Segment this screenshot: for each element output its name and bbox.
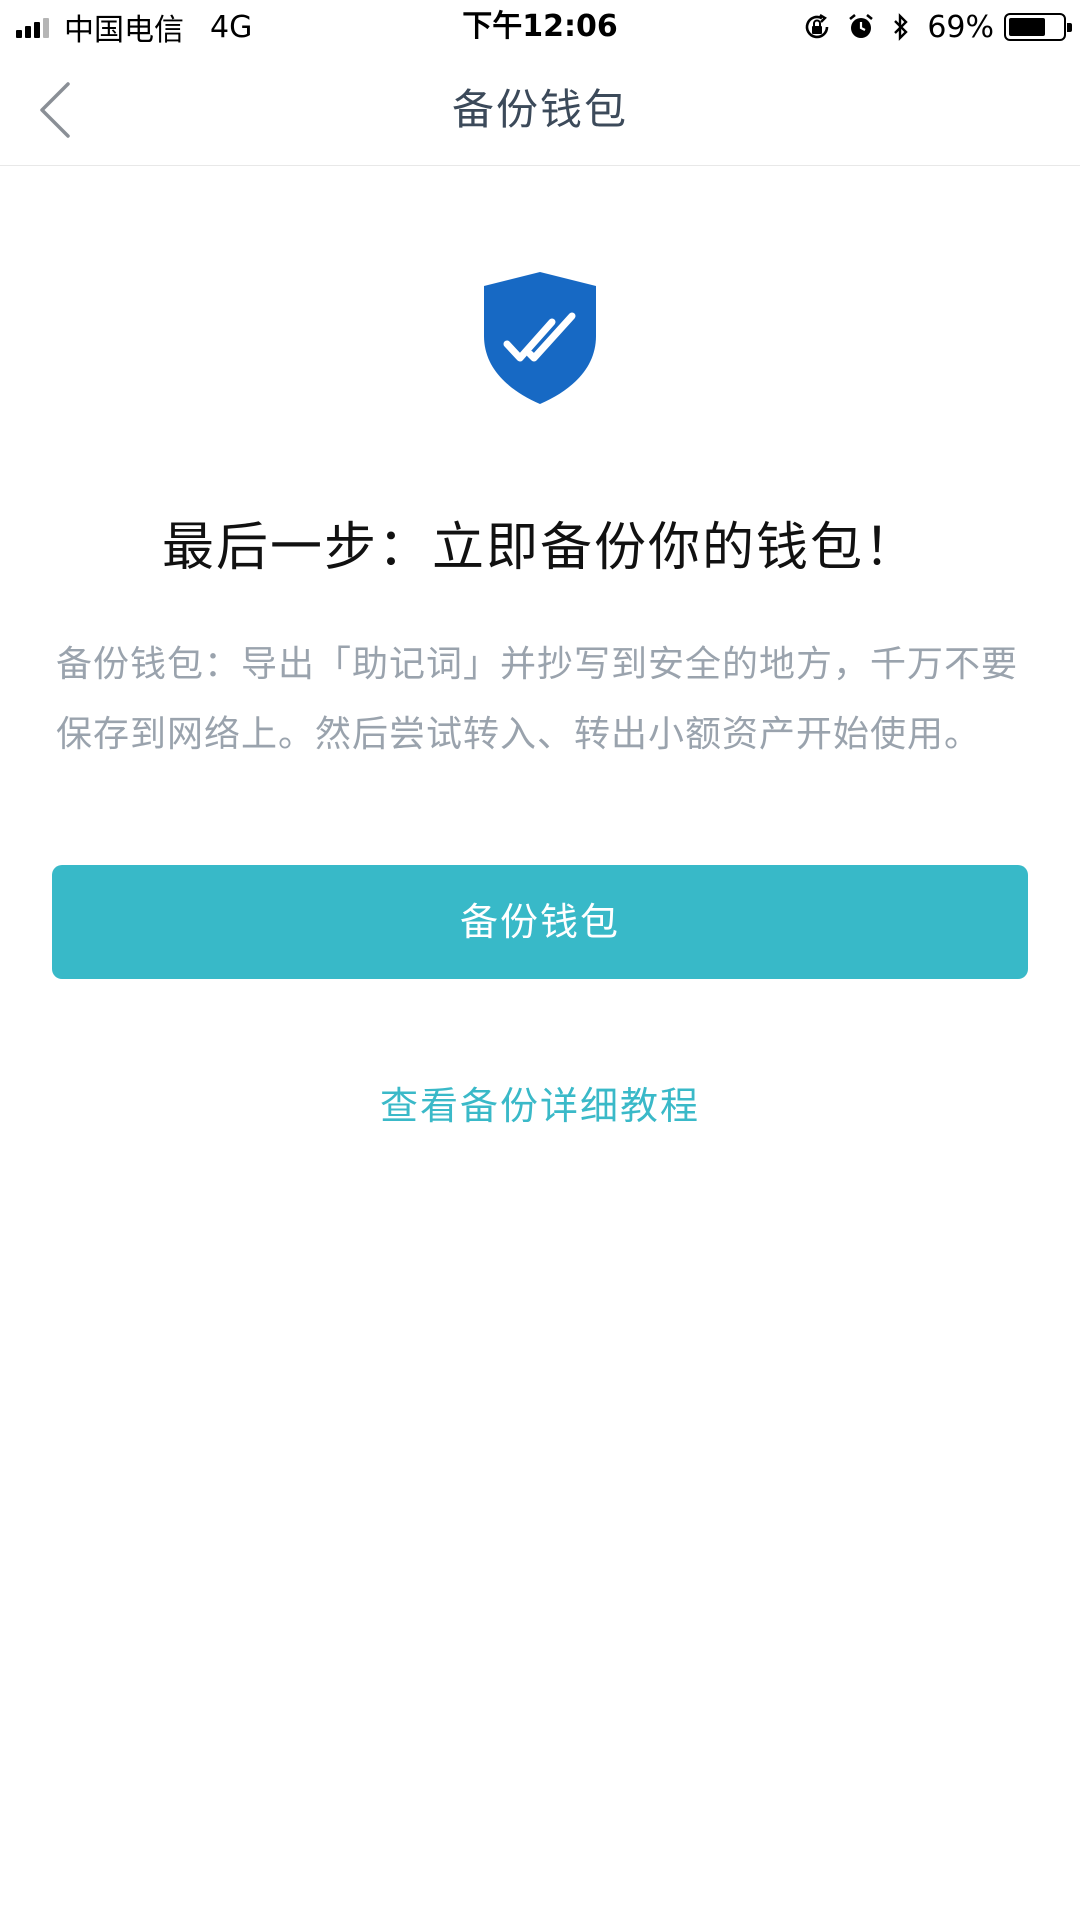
backup-wallet-button[interactable]: 备份钱包 [52,865,1028,979]
description-text: 备份钱包：导出「助记词」并抄写到安全的地方，千万不要保存到网络上。然后尝试转入、… [56,644,1019,755]
nav-bar: 备份钱包 [0,54,1080,166]
orientation-lock-icon [806,13,829,39]
battery-icon [1004,13,1072,41]
battery-percent: 69% [927,9,994,45]
back-button[interactable] [30,72,90,148]
status-right: 69% [787,8,1072,46]
headline: 最后一步：立即备份你的钱包！ [161,518,918,578]
tutorial-link[interactable]: 查看备份详细教程 [0,1075,1080,1130]
chevron-left-icon [40,82,70,138]
alarm-icon [849,13,874,38]
bluetooth-icon [894,13,909,41]
status-bar: 中国电信 4G 下午12:06 69% [0,0,1080,54]
page-title: 备份钱包 [451,85,628,134]
shield-check-icon [484,272,596,404]
screen: 中国电信 4G 下午12:06 69% 备份钱包 最后一步：立即备份你的钱包！ … [0,0,1080,1920]
